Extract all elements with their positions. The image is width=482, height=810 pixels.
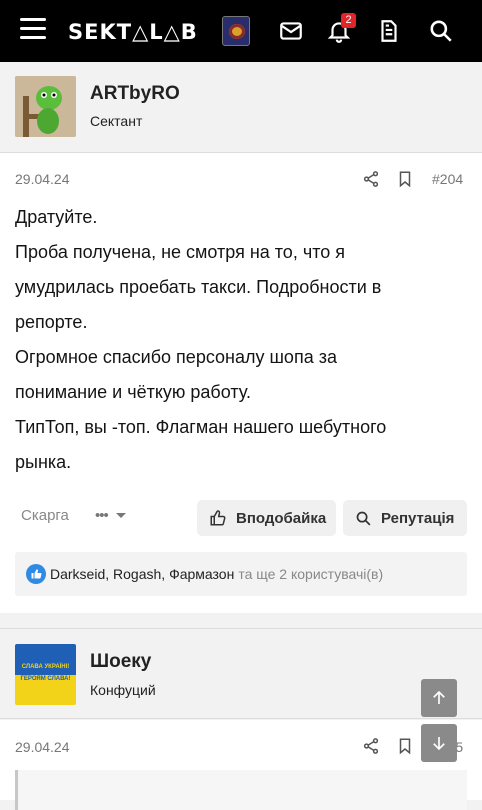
message-line: Проба получена, не смотря на то, что я: [15, 242, 346, 262]
author-name[interactable]: ARTbyRO: [90, 83, 180, 105]
document-icon[interactable]: [376, 18, 402, 44]
author-title: Конфуций: [90, 682, 156, 698]
avatar-text: ГЕРОЯМ СЛАВА!: [15, 675, 76, 705]
author-block: СЛАВА УКРАЇНІ! ГЕРОЯМ СЛАВА! Шоеку Конфу…: [0, 628, 482, 719]
message-line: умудрилась проебать такси. Подробности в: [15, 277, 382, 297]
chevron-down-icon: [115, 513, 126, 518]
quote-block: [15, 770, 467, 810]
scroll-top-button[interactable]: [421, 679, 457, 717]
avatar[interactable]: СЛАВА УКРАЇНІ! ГЕРОЯМ СЛАВА!: [15, 644, 76, 705]
reputation-button[interactable]: Репутація: [343, 500, 467, 536]
post-number[interactable]: #204: [432, 171, 463, 187]
reaction-user[interactable]: Darkseid: [50, 566, 105, 582]
reaction-user[interactable]: Rogash: [113, 566, 161, 582]
message-line: Дратуйте.: [15, 207, 98, 227]
emblem-icon[interactable]: [222, 16, 250, 46]
scroll-bottom-button[interactable]: [421, 724, 457, 762]
menu-icon[interactable]: [20, 18, 46, 40]
arrow-down-icon: [433, 737, 445, 751]
message-line: понимание и чёткую работу.: [15, 382, 252, 402]
arrow-up-icon: [433, 690, 445, 704]
share-icon[interactable]: [362, 737, 380, 755]
mail-icon[interactable]: [278, 18, 304, 44]
like-reaction-icon: [26, 564, 46, 584]
like-button[interactable]: Вподобайка: [197, 500, 336, 536]
search-icon: [356, 511, 371, 525]
like-label: Вподобайка: [236, 509, 327, 527]
author-block: ARTbyRO Сектант: [0, 62, 482, 153]
share-icon[interactable]: [362, 170, 380, 188]
message-line: рынка.: [15, 452, 72, 472]
more-actions-button[interactable]: •••: [95, 507, 127, 524]
author-title: Сектант: [90, 113, 143, 129]
post-date[interactable]: 29.04.24: [15, 171, 70, 187]
post-message: Дратуйте. Проба получена, не смотря на т…: [15, 200, 465, 480]
report-link[interactable]: Скарга: [21, 507, 69, 524]
avatar[interactable]: [15, 76, 76, 137]
reaction-user[interactable]: Фармазон: [169, 566, 234, 582]
top-bar: SEKT△L△B 2: [0, 0, 482, 62]
message-line: ТипТоп, вы -топ. Флагман нашего шебутног…: [15, 417, 387, 437]
author-name[interactable]: Шоеку: [90, 651, 151, 673]
more-dots: •••: [95, 507, 109, 524]
thumbs-up-icon: [210, 510, 226, 526]
bookmark-icon[interactable]: [396, 737, 414, 755]
search-icon[interactable]: [428, 18, 454, 44]
avatar-text: СЛАВА УКРАЇНІ!: [15, 644, 76, 675]
reputation-label: Репутація: [381, 509, 455, 527]
notification-badge: 2: [341, 13, 356, 28]
post-date[interactable]: 29.04.24: [15, 739, 70, 755]
message-line: репорте.: [15, 312, 88, 332]
message-line: Огромное спасибо персоналу шопа за: [15, 347, 337, 367]
bookmark-icon[interactable]: [396, 170, 414, 188]
reaction-more-link[interactable]: та ще 2 користувачі(в): [238, 566, 383, 582]
reactions-bar[interactable]: Darkseid, Rogash, Фармазон та ще 2 корис…: [15, 552, 467, 596]
site-logo[interactable]: SEKT△L△B: [68, 20, 198, 44]
